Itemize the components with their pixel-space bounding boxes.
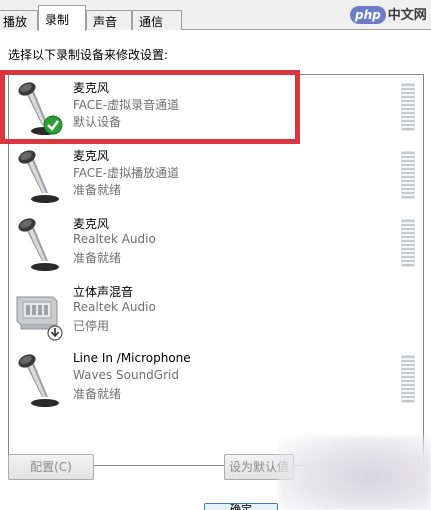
device-name: 麦克风	[73, 217, 110, 231]
level-meter	[401, 219, 415, 267]
device-item[interactable]: 麦克风 Realtek Audio 准备就绪	[9, 213, 423, 277]
device-item[interactable]: Line In /Microphone Waves SoundGrid 准备就绪	[9, 349, 423, 413]
tab-communications-label: 通信	[139, 15, 164, 29]
configure-button[interactable]: 配置(C)	[8, 454, 94, 480]
tab-sounds[interactable]: 声音	[86, 10, 132, 30]
device-name: 麦克风	[73, 149, 110, 163]
tab-recording[interactable]: 录制	[38, 5, 86, 31]
device-item[interactable]: 立体声混音 Realtek Audio 已停用	[9, 281, 423, 345]
tab-playback-label: 播放	[3, 15, 28, 29]
device-name: Line In /Microphone	[73, 351, 191, 365]
tab-playback[interactable]: 播放	[0, 10, 38, 30]
level-meter	[401, 83, 415, 131]
device-status: 准备就绪	[73, 251, 122, 265]
device-source: Realtek Audio	[73, 232, 156, 246]
device-source: FACE-虚拟播放通道	[73, 166, 180, 180]
logo-cn: 中文网	[387, 8, 427, 23]
device-source: Waves SoundGrid	[73, 368, 179, 382]
device-name: 立体声混音	[73, 285, 134, 299]
tab-communications[interactable]: 通信	[132, 10, 182, 30]
microphone-icon	[11, 149, 69, 207]
microphone-icon	[11, 217, 69, 275]
device-item[interactable]: 麦克风 FACE-虚拟录音通道 默认设备	[9, 77, 423, 141]
device-list[interactable]: 麦克风 FACE-虚拟录音通道 默认设备 麦克风 FACE-虚拟播放通道 准备就…	[8, 74, 424, 466]
device-status: 准备就绪	[73, 387, 122, 401]
device-source: FACE-虚拟录音通道	[73, 98, 180, 112]
site-logo: php 中文网	[350, 4, 427, 24]
logo-php: php	[350, 6, 386, 24]
device-status: 默认设备	[73, 115, 122, 129]
level-meter	[401, 151, 415, 199]
instruction-text: 选择以下录制设备来修改设置:	[8, 48, 169, 62]
device-status: 准备就绪	[73, 183, 122, 197]
microphone-icon	[11, 353, 69, 411]
device-item[interactable]: 麦克风 FACE-虚拟播放通道 准备就绪	[9, 145, 423, 209]
tab-bar: 播放 录制 声音 通信 php 中文网	[0, 0, 431, 31]
watermark-blur	[278, 436, 431, 510]
tab-sounds-label: 声音	[93, 15, 118, 29]
tab-recording-label: 录制	[45, 13, 70, 27]
device-status: 已停用	[73, 319, 110, 333]
disabled-arrow-icon	[47, 325, 63, 341]
device-source: Realtek Audio	[73, 300, 156, 314]
device-name: 麦克风	[73, 81, 110, 95]
level-meter	[401, 355, 415, 403]
ok-button[interactable]: 确定	[204, 503, 278, 510]
check-icon	[43, 115, 63, 135]
